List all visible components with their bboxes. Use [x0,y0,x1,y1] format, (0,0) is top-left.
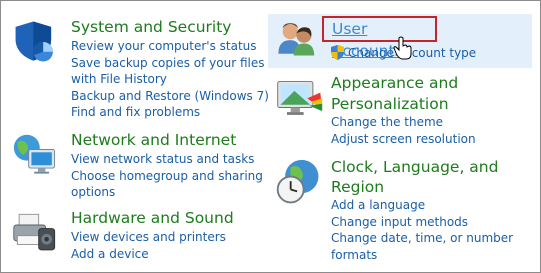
link-change-date-time[interactable]: Change date, time, or number [331,230,513,247]
link-choose-homegroup[interactable]: Choose homegroup and sharing [71,168,263,185]
link-view-devices[interactable]: View devices and printers [71,229,226,246]
category-title-clock-line1[interactable]: Clock, Language, and [331,156,498,178]
users-icon[interactable] [274,18,322,64]
category-title-hardware-sound[interactable]: Hardware and Sound [71,207,234,229]
link-adjust-resolution[interactable]: Adjust screen resolution [331,131,476,148]
category-title-clock-line2[interactable]: Region [331,176,384,198]
link-add-device[interactable]: Add a device [71,246,226,263]
link-choose-homegroup-cont[interactable]: options [71,184,263,201]
printer-icon[interactable] [12,209,60,257]
link-view-network-status[interactable]: View network status and tasks [71,151,263,168]
network-globe-icon[interactable] [12,131,62,181]
category-title-system-security[interactable]: System and Security [71,16,231,38]
link-change-theme[interactable]: Change the theme [331,114,476,131]
link-backup-restore[interactable]: Backup and Restore (Windows 7) [71,88,269,105]
uac-shield-icon [331,45,344,60]
category-title-user-accounts[interactable]: User Accounts [322,16,437,60]
link-add-language[interactable]: Add a language [331,197,513,214]
link-find-fix[interactable]: Find and fix problems [71,104,269,121]
link-save-backup[interactable]: Save backup copies of your files [71,55,269,72]
clock-globe-icon[interactable] [274,158,324,208]
hand-pointer-icon [393,36,412,60]
link-change-date-time-cont[interactable]: formats [331,247,513,264]
category-title-appearance-line2[interactable]: Personalization [331,93,449,115]
shield-icon[interactable] [12,18,60,66]
link-review-status[interactable]: Review your computer's status [71,38,269,55]
monitor-palette-icon[interactable] [274,76,324,126]
link-save-backup-cont[interactable]: with File History [71,71,269,88]
link-change-input-methods[interactable]: Change input methods [331,214,513,231]
category-title-network-internet[interactable]: Network and Internet [71,129,236,151]
category-title-appearance-line1[interactable]: Appearance and [331,72,458,94]
